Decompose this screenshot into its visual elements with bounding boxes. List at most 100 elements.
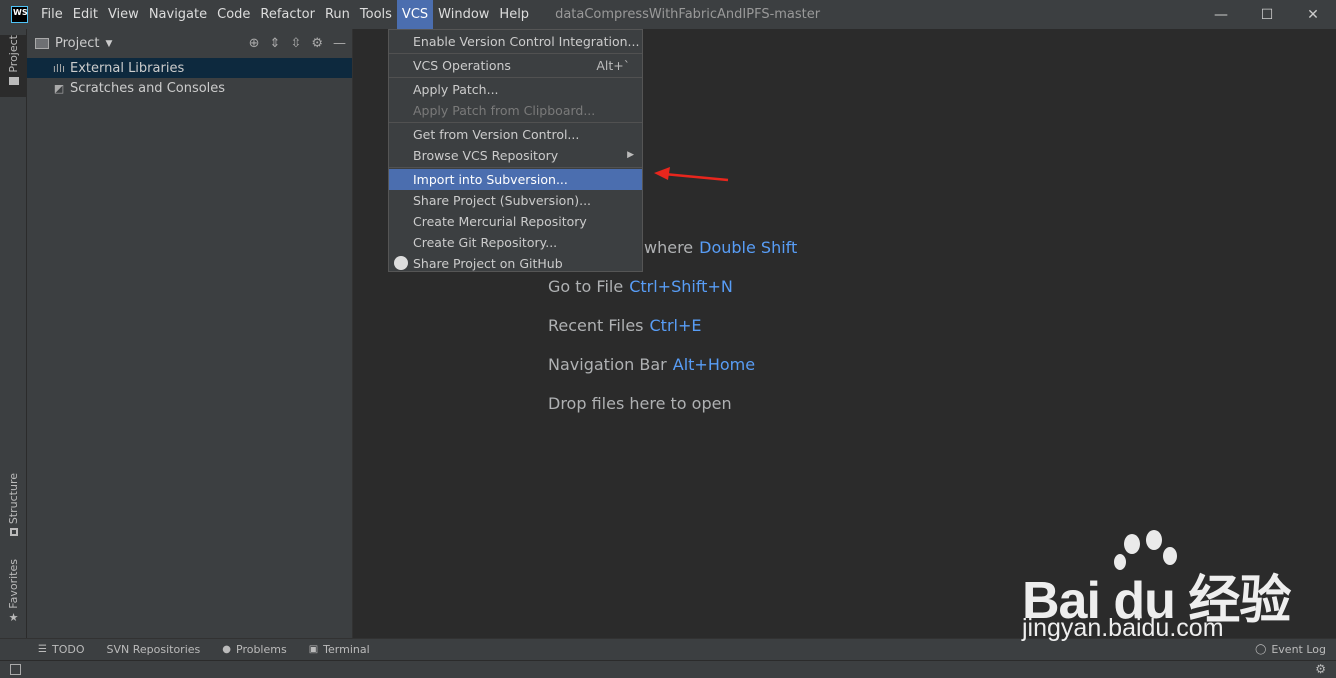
hint-shortcut: Alt+Home <box>672 355 756 374</box>
gear-icon[interactable]: ⚙ <box>311 36 323 51</box>
menu-item-create-mercurial[interactable]: Create Mercurial Repository <box>389 211 642 232</box>
webstorm-logo-icon: WS <box>11 6 28 23</box>
menu-item-vcs-operations[interactable]: VCS Operations Alt+` <box>389 55 642 76</box>
terminal-tab[interactable]: ▣ Terminal <box>309 643 370 656</box>
menu-item-share-github[interactable]: Share Project on GitHub <box>389 253 642 274</box>
structure-icon <box>9 528 18 537</box>
menu-file[interactable]: File <box>36 0 68 29</box>
menu-item-label: Apply Patch from Clipboard... <box>413 103 596 118</box>
menu-item-create-git[interactable]: Create Git Repository... <box>389 232 642 253</box>
recent-files-hint: Recent Files Ctrl+E <box>548 316 701 335</box>
structure-tool-tab[interactable]: Structure <box>0 473 27 543</box>
menu-refactor[interactable]: Refactor <box>255 0 320 29</box>
hint-shortcut: Double Shift <box>699 238 798 257</box>
problems-label: Problems <box>236 643 287 656</box>
navigation-bar-hint: Navigation Bar Alt+Home <box>548 355 755 374</box>
list-icon: ☰ <box>38 644 47 655</box>
watermark-url: jingyan.baidu.com <box>1022 614 1224 642</box>
collapse-all-icon[interactable]: ⇳ <box>290 36 301 51</box>
hide-icon[interactable]: — <box>333 36 346 51</box>
submenu-arrow-icon: ▶ <box>627 150 634 160</box>
go-to-file-hint: Go to File Ctrl+Shift+N <box>548 277 733 296</box>
hint-label: Recent Files <box>548 316 644 335</box>
github-icon <box>394 256 408 270</box>
menu-item-label: Create Git Repository... <box>413 235 558 250</box>
menu-navigate[interactable]: Navigate <box>144 0 212 29</box>
svn-label: SVN Repositories <box>106 643 201 656</box>
star-icon: ★ <box>8 610 19 624</box>
menu-item-label: Create Mercurial Repository <box>413 214 587 229</box>
menu-tools[interactable]: Tools <box>355 0 397 29</box>
menu-item-label: Get from Version Control... <box>413 127 580 142</box>
menu-help[interactable]: Help <box>494 0 534 29</box>
hint-label: Navigation Bar <box>548 355 667 374</box>
settings-status-icon[interactable]: ⚙ <box>1315 662 1326 676</box>
menu-item-get-from-vcs[interactable]: Get from Version Control... <box>389 124 642 145</box>
menu-edit[interactable]: Edit <box>68 0 103 29</box>
vcs-dropdown-menu: Enable Version Control Integration... VC… <box>388 29 643 272</box>
favorites-tab-label: Favorites <box>7 559 20 609</box>
project-panel: Project ▼ ⊕ ⇕ ⇳ ⚙ — ıllı External Librar… <box>27 29 353 638</box>
expand-all-icon[interactable]: ⇕ <box>270 36 281 51</box>
menu-item-label: Share Project (Subversion)... <box>413 193 592 208</box>
menu-item-label: Import into Subversion... <box>413 172 568 187</box>
menu-run[interactable]: Run <box>320 0 355 29</box>
folder-icon <box>8 76 19 85</box>
tree-item-scratches[interactable]: ◩ Scratches and Consoles <box>27 78 352 98</box>
library-icon: ıllı <box>52 61 66 75</box>
annotation-arrow-icon <box>654 167 729 182</box>
info-icon: ● <box>222 644 231 655</box>
hint-label: where <box>644 238 694 257</box>
todo-tab[interactable]: ☰ TODO <box>38 643 84 656</box>
menu-separator <box>389 122 642 123</box>
scratches-icon: ◩ <box>53 81 65 95</box>
todo-label: TODO <box>51 643 85 656</box>
window-controls: — ☐ ✕ <box>1198 0 1336 29</box>
left-tool-strip: Project Structure Favorites ★ <box>0 29 27 638</box>
project-panel-title: Project <box>55 36 100 51</box>
status-bar: ⚙ <box>0 660 1336 678</box>
menu-item-label: Browse VCS Repository <box>413 148 559 163</box>
project-folder-icon <box>35 38 49 49</box>
favorites-tool-tab[interactable]: Favorites ★ <box>0 559 27 631</box>
menu-code[interactable]: Code <box>212 0 255 29</box>
menu-item-enable-vcs[interactable]: Enable Version Control Integration... <box>389 31 642 52</box>
menu-item-label: VCS Operations <box>413 58 511 73</box>
menu-item-import-subversion[interactable]: Import into Subversion... <box>389 169 642 190</box>
maximize-button[interactable]: ☐ <box>1244 0 1290 29</box>
menu-separator <box>389 167 642 168</box>
svn-repositories-tab[interactable]: SVN Repositories <box>106 643 200 656</box>
menu-item-label: Enable Version Control Integration... <box>413 34 640 49</box>
hint-shortcut: Ctrl+E <box>649 316 702 335</box>
terminal-icon: ▣ <box>308 644 319 655</box>
locate-icon[interactable]: ⊕ <box>249 36 260 51</box>
project-tab-label: Project <box>7 35 20 73</box>
menu-item-apply-patch[interactable]: Apply Patch... <box>389 79 642 100</box>
drop-files-hint: Drop files here to open <box>548 394 732 413</box>
toggle-tool-windows-icon[interactable] <box>10 664 21 675</box>
menu-separator <box>389 53 642 54</box>
menu-vcs[interactable]: VCS <box>396 0 434 29</box>
hint-shortcut: Ctrl+Shift+N <box>629 277 733 296</box>
tree-item-label: External Libraries <box>70 60 185 76</box>
menu-item-label: Apply Patch... <box>413 82 499 97</box>
menu-item-apply-patch-clipboard: Apply Patch from Clipboard... <box>389 100 642 121</box>
project-panel-toolbar: ⊕ ⇕ ⇳ ⚙ — <box>249 29 346 58</box>
menu-item-label: Share Project on GitHub <box>413 256 563 271</box>
menu-view[interactable]: View <box>103 0 144 29</box>
menu-item-browse-vcs-repo[interactable]: Browse VCS Repository ▶ <box>389 145 642 166</box>
baidu-watermark: Bai du 经验 jingyan.baidu.com <box>1022 530 1312 650</box>
menu-separator <box>389 77 642 78</box>
chevron-down-icon[interactable]: ▼ <box>105 39 112 49</box>
tree-item-label: Scratches and Consoles <box>70 80 226 96</box>
menu-window[interactable]: Window <box>433 0 494 29</box>
project-tool-tab[interactable]: Project <box>0 35 27 97</box>
search-everywhere-hint: where Double Shift <box>644 238 797 257</box>
tree-item-external-libraries[interactable]: ıllı External Libraries <box>27 58 352 78</box>
menu-item-share-subversion[interactable]: Share Project (Subversion)... <box>389 190 642 211</box>
close-button[interactable]: ✕ <box>1290 0 1336 29</box>
title-bar: WS File Edit View Navigate Code Refactor… <box>0 0 1336 29</box>
problems-tab[interactable]: ● Problems <box>222 643 286 656</box>
minimize-button[interactable]: — <box>1198 0 1244 29</box>
hint-label: Go to File <box>548 277 624 296</box>
